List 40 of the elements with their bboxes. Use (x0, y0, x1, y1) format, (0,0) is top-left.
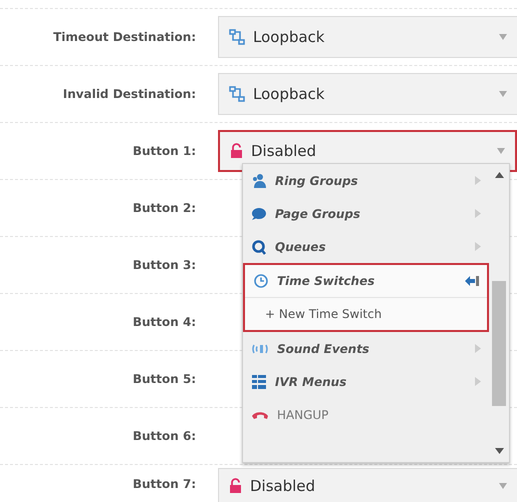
scroll-down-icon[interactable] (494, 448, 504, 454)
field-label: Button 3: (132, 258, 197, 272)
submenu-arrow-icon (475, 176, 481, 185)
caret-icon (499, 91, 507, 97)
field-label: Button 5: (132, 372, 197, 386)
loop-icon (229, 86, 245, 102)
field-label: Button 7: (132, 477, 197, 491)
field-label: Button 2: (132, 201, 197, 215)
field-label: Invalid Destination: (62, 87, 197, 101)
submenu-arrow-icon (475, 344, 481, 353)
speech-bubble-icon (251, 206, 267, 222)
letter-q-icon (251, 238, 267, 254)
back-arrow-icon (465, 275, 479, 287)
people-icon (251, 172, 267, 188)
menu-item[interactable]: + New Time Switch (245, 297, 487, 330)
field-label: Timeout Destination: (52, 30, 197, 44)
menu-item[interactable]: IVR Menus (243, 365, 489, 398)
menu-item[interactable]: Queues (243, 230, 489, 263)
grid-list-icon (251, 374, 267, 390)
caret-icon (499, 34, 507, 40)
submenu-arrow-icon (475, 377, 481, 386)
clock-icon (253, 273, 269, 289)
dropdown-field[interactable]: Loopback (218, 73, 517, 115)
menu-item[interactable]: Page Groups (243, 197, 489, 230)
menu-item[interactable]: HANGUP (243, 398, 489, 431)
dropdown-field[interactable]: Disabled (218, 468, 517, 502)
loop-icon (229, 29, 245, 45)
menu-item[interactable]: Sound Events (243, 332, 489, 365)
menu-item[interactable]: Time Switches (245, 265, 487, 297)
field-label: Button 1: (132, 144, 197, 158)
field-label: Button 6: (132, 429, 197, 443)
caret-icon (497, 148, 505, 154)
dropdown-field[interactable]: Loopback (218, 16, 517, 58)
caret-icon (499, 482, 507, 488)
field-label: Button 4: (132, 315, 197, 329)
submenu-arrow-icon (475, 209, 481, 218)
scrollbar-thumb[interactable] (492, 281, 506, 406)
submenu-arrow-icon (475, 242, 481, 251)
padlock-icon (229, 478, 242, 494)
padlock-icon (230, 143, 243, 159)
